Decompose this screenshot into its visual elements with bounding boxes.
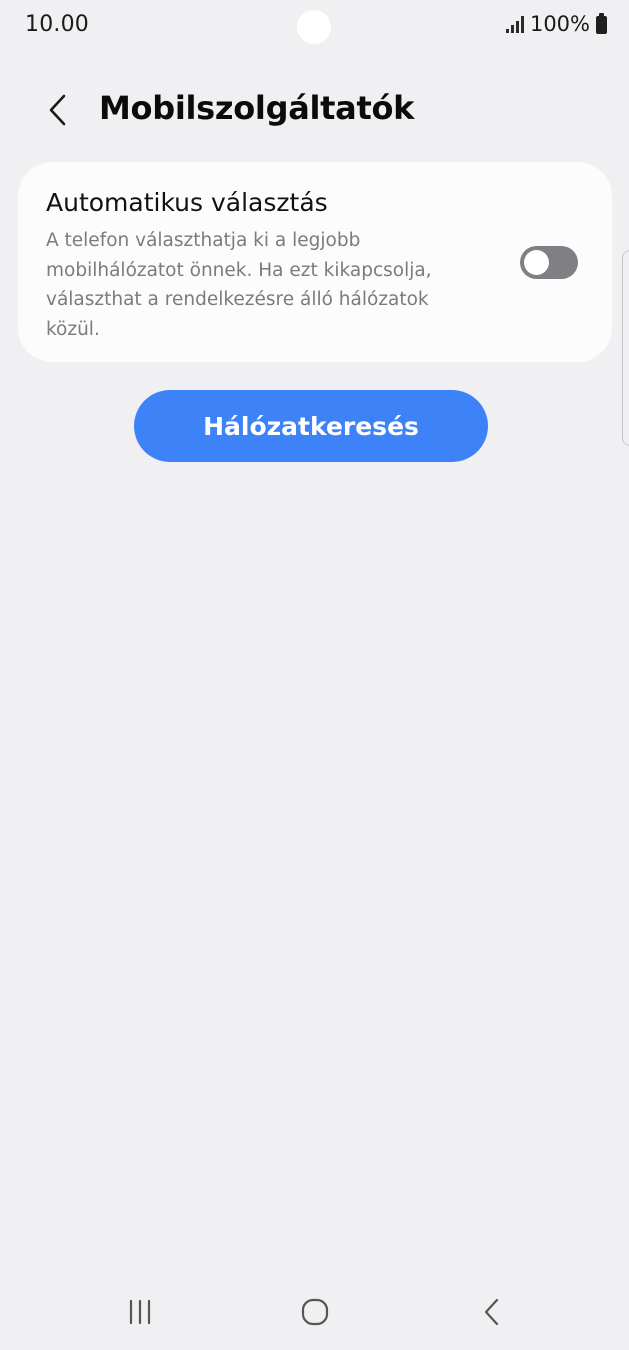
search-networks-button[interactable]: Hálózatkeresés	[134, 390, 488, 462]
home-icon	[301, 1298, 329, 1326]
battery-icon	[596, 12, 607, 34]
status-bar: 10.00 100%	[0, 0, 629, 54]
settings-card: Automatikus választás A telefon választh…	[18, 162, 612, 362]
scroll-indicator[interactable]	[622, 250, 629, 446]
signal-icon	[505, 15, 524, 33]
status-time: 10.00	[25, 12, 89, 37]
chevron-left-icon	[49, 94, 66, 126]
auto-select-setting[interactable]: Automatikus választás A telefon választh…	[18, 162, 612, 362]
home-button[interactable]	[295, 1292, 335, 1332]
battery-percent: 100%	[529, 12, 590, 36]
back-button[interactable]	[36, 88, 80, 132]
page-title: Mobilszolgáltatók	[99, 89, 415, 127]
app-header: Mobilszolgáltatók	[0, 80, 629, 140]
screen: 10.00 100% Mobilszolgáltatók Automatikus…	[0, 0, 629, 1350]
setting-title: Automatikus választás	[46, 188, 328, 217]
navigation-bar	[0, 1280, 629, 1350]
nav-back-button[interactable]	[472, 1292, 512, 1332]
camera-cutout	[297, 10, 331, 44]
setting-description: A telefon választhatja ki a legjobb mobi…	[46, 230, 432, 340]
status-icons: 100%	[505, 12, 607, 36]
recents-button[interactable]	[120, 1292, 160, 1332]
auto-select-toggle[interactable]	[520, 246, 578, 279]
recents-icon	[129, 1299, 151, 1325]
back-icon	[484, 1298, 499, 1326]
toggle-knob	[524, 250, 549, 275]
